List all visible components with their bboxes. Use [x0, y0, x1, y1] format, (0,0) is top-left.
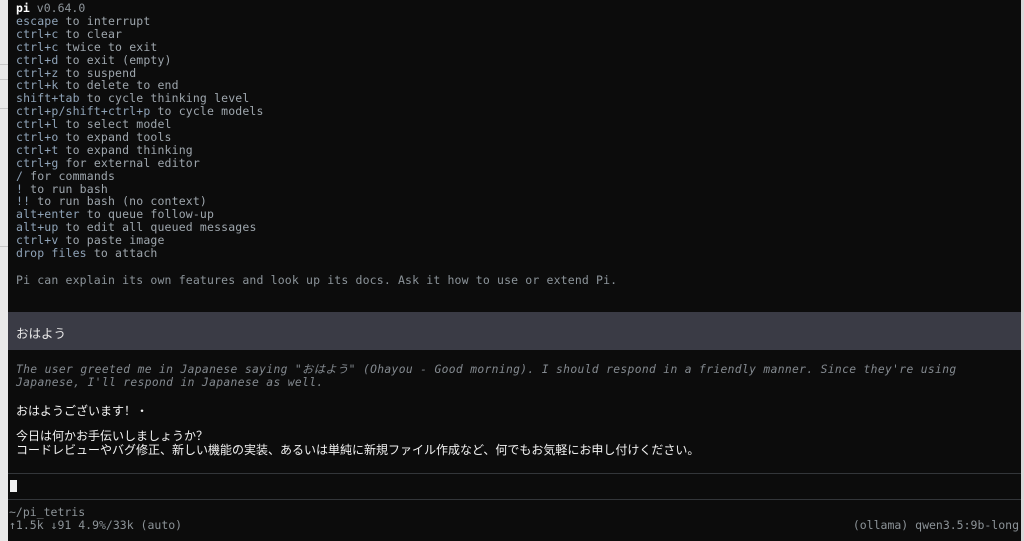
status-model: (ollama) qwen3.5:9b-long: [852, 518, 1019, 532]
shortcut-key: escape: [16, 14, 59, 28]
shortcut-line: drop files to attach: [16, 247, 1016, 260]
shortcut-description: to clear: [58, 26, 123, 41]
shortcut-key: ctrl+c: [16, 39, 59, 54]
shortcut-key: ctrl+g: [16, 155, 59, 170]
shortcut-key: ctrl+c: [16, 26, 59, 41]
shortcut-line: ctrl+d to exit (empty): [16, 52, 1016, 67]
shortcut-key: ctrl+l: [16, 117, 59, 132]
shortcut-key: ctrl+o: [16, 130, 59, 145]
shortcut-description: to edit all queued messages: [58, 220, 257, 235]
background-window-edge: [0, 0, 8, 541]
shortcut-key: ctrl+p/shift+ctrl+p: [16, 104, 151, 119]
status-working-directory: ~/pi_tetris: [9, 505, 86, 519]
shortcut-description: to expand tools: [58, 130, 172, 145]
edge-divider: [0, 79, 8, 80]
shortcut-description: for external editor: [58, 155, 200, 170]
shortcut-list: escape to interrupt ctrl+c to clear ctrl+c…: [16, 15, 1016, 260]
help-note: Pi can explain its own features and look…: [16, 273, 618, 287]
shortcut-key: ctrl+z: [16, 65, 59, 80]
shortcut-line: / for commands: [16, 168, 1016, 183]
edge-divider: [0, 64, 8, 65]
shortcut-line: ctrl+v to paste image: [16, 234, 1016, 247]
shortcut-key: ctrl+t: [16, 142, 59, 157]
assistant-reply-line: コードレビューやバグ修正、新しい機能の実装、あるいは単純に新規ファイル作成など、…: [16, 443, 700, 457]
shortcut-key: ctrl+k: [16, 78, 59, 93]
shortcut-description: to cycle models: [150, 104, 264, 119]
edge-divider: [0, 108, 8, 109]
shortcut-line: ctrl+c to clear: [16, 26, 1016, 41]
prompt-input[interactable]: [8, 474, 1021, 499]
shortcut-description: to expand thinking: [58, 142, 193, 157]
shortcut-description: to delete to end: [58, 78, 179, 93]
app-title: pi v0.64.0: [16, 2, 1016, 15]
shortcut-description: to queue follow-up: [79, 207, 215, 222]
terminal-window[interactable]: pi v0.64.0 escape to interrupt ctrl+c to …: [8, 0, 1021, 541]
shortcut-description: for commands: [23, 168, 116, 183]
shortcut-description: twice to exit: [58, 39, 158, 54]
shortcut-key: drop files: [16, 246, 87, 261]
shortcut-line: alt+up to edit all queued messages: [16, 221, 1016, 234]
shortcut-description: to interrupt: [58, 14, 151, 28]
shortcut-key: shift+tab: [16, 91, 80, 106]
app-name: pi: [16, 1, 30, 15]
help-block: pi v0.64.0 escape to interrupt ctrl+c to …: [16, 2, 1016, 260]
thinking-block: The user greeted me in Japanese saying "…: [16, 363, 957, 389]
assistant-reply-line: おはようございます！・: [16, 404, 149, 418]
app-version: v0.64.0: [36, 1, 86, 15]
user-message: おはよう: [8, 312, 1021, 350]
shortcut-key: !!: [16, 194, 31, 209]
shortcut-key: ctrl+d: [16, 52, 59, 67]
shortcut-description: to exit (empty): [58, 52, 172, 67]
shortcut-description: to run bash: [23, 181, 108, 196]
text-cursor: [10, 480, 17, 492]
user-message-text: おはよう: [16, 326, 67, 341]
status-token-usage: ↑1.5k ↓91 4.9%/33k (auto): [9, 518, 183, 532]
edge-divider: [0, 246, 8, 247]
shortcut-key: alt+enter: [16, 207, 80, 222]
shortcut-description: to cycle thinking level: [79, 91, 250, 106]
shortcut-key: ctrl+v: [16, 233, 59, 248]
shortcut-description: to suspend: [58, 65, 137, 80]
shortcut-description: to run bash (no context): [30, 194, 207, 209]
input-divider-bottom: [8, 499, 1021, 500]
shortcut-line: escape to interrupt: [16, 15, 1016, 28]
shortcut-description: to paste image: [58, 233, 165, 248]
shortcut-line: ctrl+g for external editor: [16, 155, 1016, 170]
shortcut-description: to attach: [86, 246, 158, 261]
shortcut-description: to select model: [58, 117, 172, 132]
shortcut-key: alt+up: [16, 220, 59, 235]
